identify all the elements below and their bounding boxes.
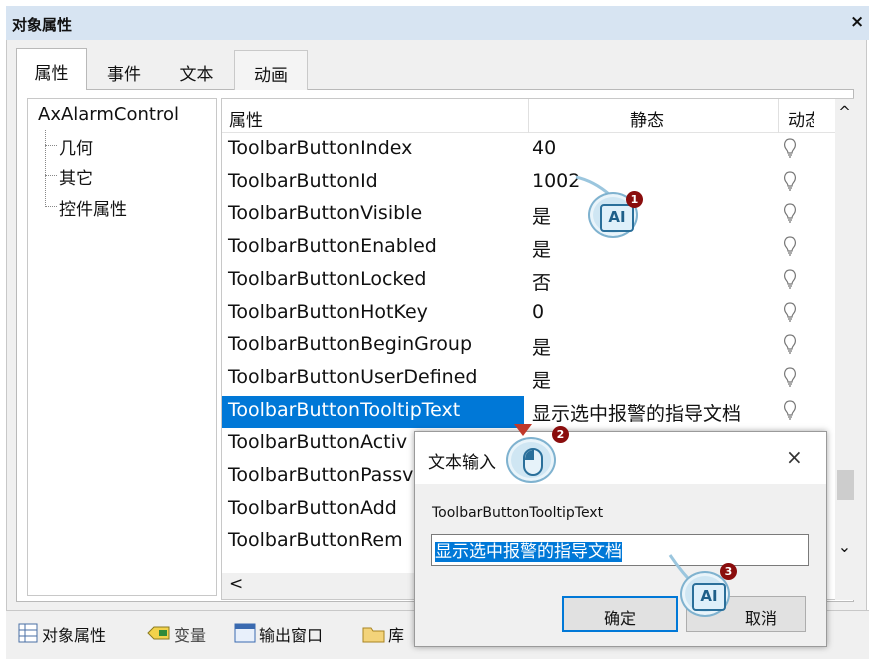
title-bar bbox=[6, 6, 869, 40]
property-row[interactable]: ToolbarButtonEnabled 是 bbox=[222, 232, 832, 264]
property-name: ToolbarButtonEnabled bbox=[228, 235, 437, 258]
property-row[interactable]: ToolbarButtonUserDefined 是 bbox=[222, 363, 832, 395]
column-separator bbox=[778, 99, 779, 133]
tab-properties[interactable]: 属性 bbox=[16, 48, 87, 90]
dialog-field-label: ToolbarButtonTooltipText bbox=[432, 505, 604, 521]
property-row[interactable]: ToolbarButtonLocked 否 bbox=[222, 265, 832, 297]
static-value[interactable]: 是 bbox=[532, 333, 551, 360]
scroll-left-icon[interactable]: < bbox=[229, 574, 243, 594]
tag-icon bbox=[147, 626, 170, 640]
scroll-down-icon[interactable]: ⌄ bbox=[835, 537, 854, 556]
property-row[interactable]: ToolbarButtonIndex 40 bbox=[222, 134, 832, 166]
property-name: ToolbarButtonVisible bbox=[228, 202, 423, 225]
scrollbar-thumb[interactable] bbox=[837, 470, 854, 500]
property-name: ToolbarButtonPassv bbox=[228, 464, 414, 486]
bottom-tab-object-properties[interactable]: 对象属性 bbox=[42, 622, 106, 646]
tree-connector bbox=[45, 175, 57, 176]
library-icon bbox=[362, 627, 385, 643]
static-value[interactable]: 是 bbox=[532, 202, 551, 229]
static-value[interactable]: 显示选中报警的指导文档 bbox=[532, 399, 741, 426]
property-name: ToolbarButtonBeginGroup bbox=[228, 333, 473, 356]
property-name: ToolbarButtonRem bbox=[228, 529, 403, 552]
property-name: ToolbarButtonHotKey bbox=[228, 300, 428, 323]
column-header-property[interactable]: 属性 bbox=[229, 106, 263, 131]
bottom-tab-output-window[interactable]: 输出窗口 bbox=[259, 622, 323, 646]
tree-item-misc[interactable]: 其它 bbox=[59, 164, 93, 189]
tree-connector bbox=[45, 130, 46, 207]
dialog-title: 文本输入 bbox=[428, 453, 496, 473]
vertical-scrollbar[interactable] bbox=[835, 99, 854, 600]
window-title: 对象属性 bbox=[12, 16, 73, 34]
step-number-2: 2 bbox=[552, 426, 569, 443]
static-value[interactable]: 是 bbox=[532, 235, 551, 262]
column-header-static[interactable]: 静态 bbox=[630, 106, 664, 131]
scroll-up-icon[interactable]: ^ bbox=[835, 103, 854, 121]
ai-icon: AI bbox=[600, 204, 634, 232]
step-number-3: 3 bbox=[720, 563, 737, 580]
property-row[interactable]: ToolbarButtonVisible 是 bbox=[222, 199, 832, 231]
lightbulb-icon[interactable] bbox=[783, 137, 797, 161]
property-name: ToolbarButtonAdd bbox=[228, 496, 397, 519]
output-window-icon bbox=[234, 623, 256, 643]
lightbulb-icon[interactable] bbox=[783, 268, 797, 292]
lightbulb-icon[interactable] bbox=[783, 235, 797, 259]
lightbulb-icon[interactable] bbox=[783, 301, 797, 325]
property-name: ToolbarButtonUserDefined bbox=[228, 365, 478, 388]
ai-icon: AI bbox=[692, 583, 726, 611]
dialog-close-button[interactable]: × bbox=[786, 445, 803, 469]
static-value[interactable]: 是 bbox=[532, 366, 551, 393]
property-name: ToolbarButtonId bbox=[228, 169, 378, 192]
property-row[interactable]: ToolbarButtonHotKey 0 bbox=[222, 298, 832, 330]
selected-input-text: 显示选中报警的指导文档 bbox=[435, 542, 622, 562]
lightbulb-icon[interactable] bbox=[783, 399, 797, 423]
column-header-dynamic[interactable]: 动态 bbox=[788, 106, 814, 131]
tree-root-node[interactable]: AxAlarmControl bbox=[38, 104, 179, 125]
tab-events[interactable]: 事件 bbox=[88, 50, 160, 90]
bottom-tab-variables[interactable]: 变量 bbox=[174, 622, 206, 646]
tree-item-control-properties[interactable]: 控件属性 bbox=[59, 195, 127, 220]
static-value[interactable]: 40 bbox=[532, 137, 556, 159]
property-row[interactable]: ToolbarButtonId 1002 bbox=[222, 167, 832, 199]
tab-text[interactable]: 文本 bbox=[160, 50, 233, 90]
property-name: ToolbarButtonIndex bbox=[228, 137, 413, 159]
bottom-tab-library[interactable]: 库 bbox=[388, 622, 404, 646]
lightbulb-icon[interactable] bbox=[783, 202, 797, 226]
tree-connector bbox=[45, 145, 57, 146]
tab-animation[interactable]: 动画 bbox=[234, 50, 308, 90]
tree-connector bbox=[45, 206, 57, 207]
mouse-cursor-badge bbox=[506, 437, 556, 483]
property-name: ToolbarButtonTooltipText bbox=[228, 398, 461, 421]
lightbulb-icon[interactable] bbox=[783, 366, 797, 390]
close-button[interactable]: × bbox=[850, 12, 864, 32]
mouse-icon bbox=[523, 448, 543, 476]
ok-button[interactable]: 确定 bbox=[562, 596, 678, 632]
property-name: ToolbarButtonLocked bbox=[228, 267, 427, 290]
property-tree bbox=[27, 98, 217, 596]
lightbulb-icon[interactable] bbox=[783, 170, 797, 194]
static-value[interactable]: 0 bbox=[532, 301, 544, 323]
property-name: ToolbarButtonActiv bbox=[228, 431, 408, 454]
property-row[interactable]: ToolbarButtonTooltipText 显示选中报警的指导文档 bbox=[222, 395, 832, 428]
tree-item-geometry[interactable]: 几何 bbox=[59, 134, 93, 159]
tooltip-text-input[interactable]: 显示选中报警的指导文档 bbox=[431, 534, 809, 566]
column-separator bbox=[528, 99, 529, 133]
pointer-arrow-icon bbox=[514, 424, 532, 436]
static-value[interactable]: 否 bbox=[532, 268, 551, 295]
lightbulb-icon[interactable] bbox=[783, 333, 797, 357]
horizontal-scrollbar[interactable] bbox=[222, 573, 416, 599]
properties-icon bbox=[18, 623, 38, 643]
step-number-1: 1 bbox=[626, 191, 643, 208]
property-row[interactable]: ToolbarButtonBeginGroup 是 bbox=[222, 330, 832, 362]
